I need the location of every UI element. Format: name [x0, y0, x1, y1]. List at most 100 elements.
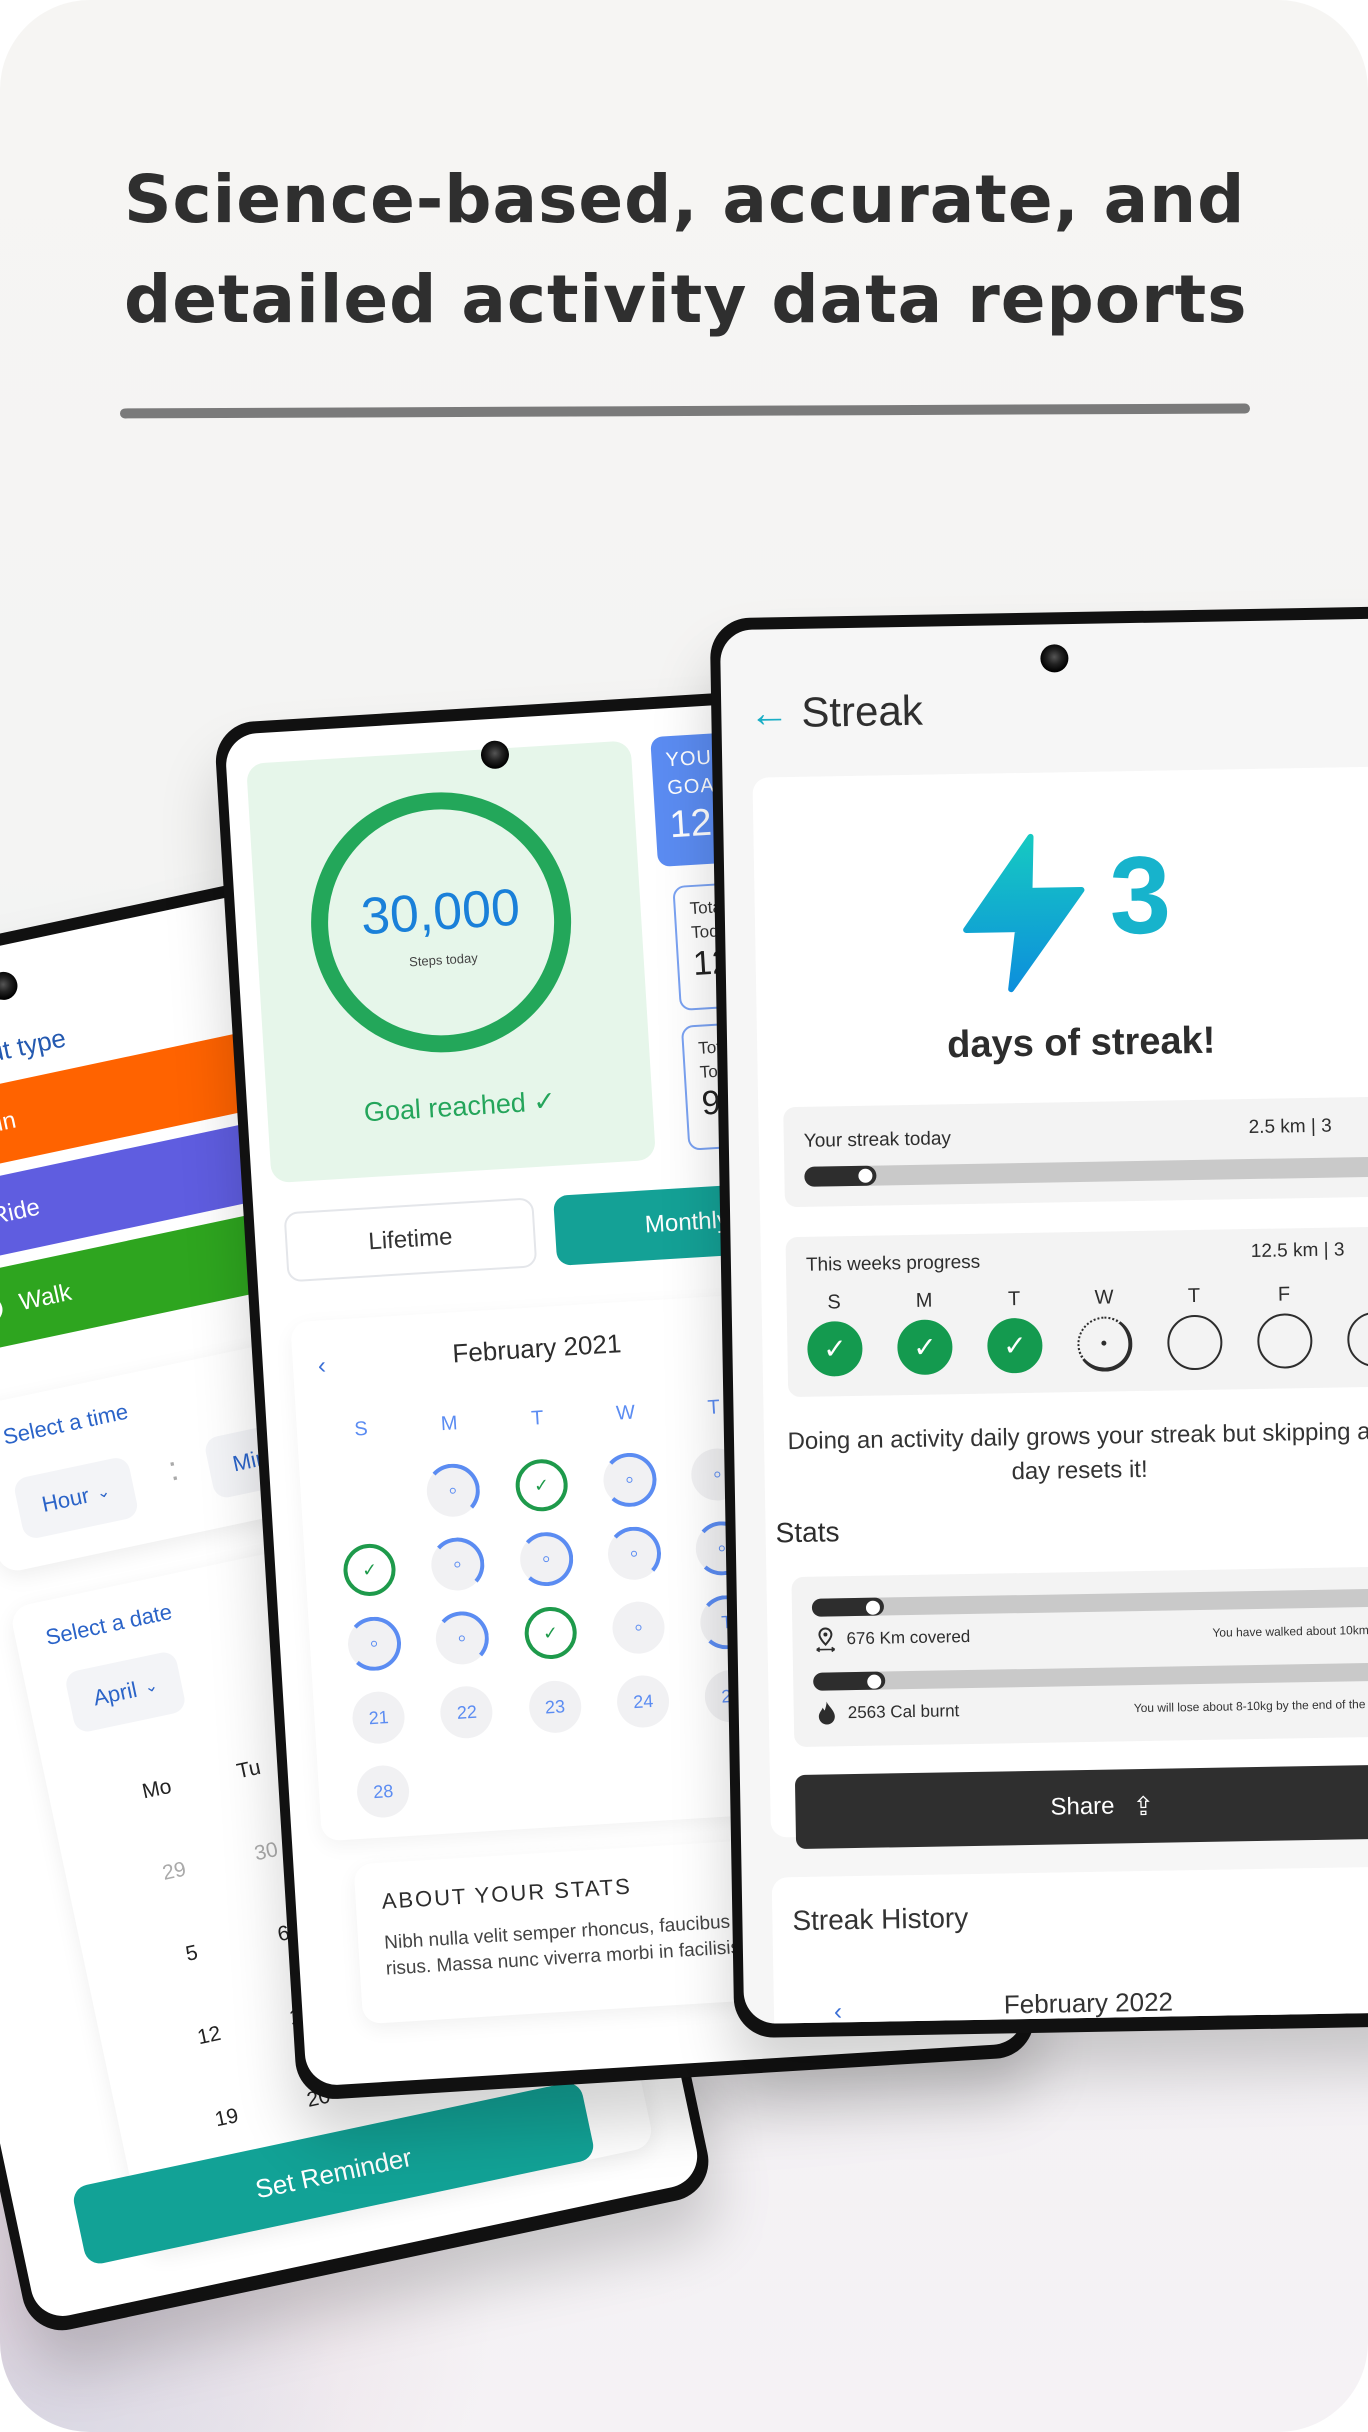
progress-arc: [605, 1525, 663, 1583]
day-dot: [635, 1624, 642, 1631]
front-camera: [0, 969, 21, 1003]
calendar-day-future[interactable]: 23: [527, 1679, 583, 1735]
calendar-day-partial[interactable]: [345, 1615, 403, 1673]
calendar-day-partial[interactable]: [601, 1451, 659, 1509]
share-button[interactable]: Share ⇪: [794, 1763, 1368, 1850]
calendar-day-future[interactable]: 28: [355, 1763, 411, 1820]
progress-arc: [517, 1530, 575, 1588]
chevron-left-icon[interactable]: ‹: [834, 1998, 842, 2024]
location-pin-icon: [816, 1627, 836, 1653]
front-camera: [1040, 644, 1069, 673]
streak-today-slider[interactable]: [804, 1154, 1368, 1187]
time-label: Select a time: [0, 1398, 131, 1450]
distance-progress-bar: [811, 1586, 1368, 1617]
calendar-day-partial[interactable]: [424, 1462, 482, 1520]
empty-circle-icon: [1166, 1314, 1223, 1371]
workout-label: Ride: [0, 1193, 43, 1231]
streak-today-value: 2.5 km | 3: [1248, 1115, 1332, 1139]
week-day-label: S: [1346, 1281, 1368, 1312]
headline: Science-based, accurate, and detailed ac…: [124, 150, 1274, 350]
month-dropdown[interactable]: April ⌄: [63, 1649, 188, 1735]
calendar-day[interactable]: 29: [125, 1844, 224, 1899]
promo-canvas: Science-based, accurate, and detailed ac…: [0, 0, 1368, 2432]
week-days-row: S✓M✓T✓WTFS: [806, 1281, 1368, 1377]
check-circle-icon: ✓: [896, 1319, 953, 1376]
weekday-header: T: [530, 1407, 545, 1430]
weekday-header: S: [353, 1417, 369, 1441]
calendar-day[interactable]: 5: [142, 1927, 241, 1982]
history-month-title: February 2022: [1003, 1986, 1174, 2020]
calendar-day-partial[interactable]: [517, 1530, 575, 1588]
stats-heading: Stats: [775, 1516, 840, 1549]
back-arrow-icon[interactable]: ←: [749, 691, 790, 737]
calendar-day-goal-met[interactable]: ✓: [342, 1542, 398, 1598]
calendar-day-goal-met[interactable]: ✓: [513, 1457, 570, 1513]
calories-progress-bar: [813, 1660, 1368, 1691]
lightning-bolt-icon: [958, 832, 1091, 994]
week-day: S ✓: [806, 1291, 863, 1377]
steps-summary-card: 30,000 Steps today Goal reached ✓: [246, 740, 656, 1184]
day-dot: [714, 1471, 721, 1478]
streak-history-card: Streak History ‹ February 2022: [771, 1865, 1368, 2025]
weekday-header: W: [615, 1401, 636, 1425]
phone-streak: ← Streak 3 days of streak! Your streak t…: [709, 605, 1368, 2039]
week-day-label: S: [827, 1291, 841, 1314]
streak-today-label: Your streak today: [803, 1128, 952, 1152]
week-day-label: T: [1187, 1284, 1201, 1308]
calendar-day-future[interactable]: 24: [615, 1673, 671, 1730]
calories-stat-text: 2563 Cal burnt: [847, 1701, 960, 1723]
in-progress-circle-icon: [1076, 1316, 1133, 1373]
chevron-down-icon: ⌄: [95, 1482, 112, 1503]
progress-arc: [433, 1609, 491, 1667]
calendar-day-partial[interactable]: [611, 1600, 667, 1656]
week-day: M ✓: [896, 1289, 953, 1376]
calendar-day[interactable]: 3: [214, 2267, 313, 2322]
calendar-day[interactable]: 4: [306, 2247, 405, 2302]
check-circle-icon: ✓: [986, 1317, 1043, 1374]
week-day: S: [1346, 1281, 1368, 1368]
streak-today-box: Your streak today 2.5 km | 3: [783, 1095, 1368, 1208]
streak-info-text: Doing an activity daily grows your strea…: [769, 1415, 1368, 1494]
tab-lifetime[interactable]: Lifetime: [283, 1197, 538, 1283]
empty-circle-icon: [1346, 1311, 1368, 1368]
workout-label: Walk: [16, 1278, 74, 1317]
calendar-day[interactable]: 12: [160, 2009, 259, 2064]
week-day-label: M: [915, 1289, 933, 1312]
calendar-day: [490, 2208, 589, 2263]
headline-underline: [119, 403, 1251, 419]
progress-arc: [424, 1462, 482, 1520]
leaf-icon: ✓: [0, 1294, 5, 1326]
headline-line-1: Science-based, accurate, and: [124, 161, 1246, 238]
week-day-label: W: [1094, 1286, 1114, 1309]
progress-arc: [429, 1535, 487, 1594]
steps-label: Steps today: [408, 950, 479, 970]
distance-hint: You have walked about 10kms per day: [1212, 1622, 1368, 1640]
streak-card: 3 days of streak! Your streak today 2.5 …: [752, 765, 1368, 1850]
week-day-label: T: [1007, 1288, 1021, 1311]
empty-circle-icon: [1256, 1312, 1313, 1369]
calendar-day-future[interactable]: 22: [439, 1684, 495, 1740]
calories-stat: 2563 Cal burnt: [816, 1698, 960, 1727]
headline-line-2: detailed activity data reports: [124, 261, 1248, 338]
calendar-day-goal-met[interactable]: ✓: [522, 1605, 579, 1661]
calendar-day-future[interactable]: 21: [351, 1690, 407, 1746]
calendar-month-title: February 2021: [451, 1328, 623, 1369]
calendar-day[interactable]: 19: [177, 2091, 276, 2146]
week-day: T: [1166, 1284, 1223, 1371]
hour-dropdown[interactable]: Hour ⌄: [12, 1455, 140, 1541]
calendar-day-partial[interactable]: [433, 1609, 491, 1667]
week-day: T ✓: [986, 1288, 1043, 1374]
share-label: Share: [1050, 1792, 1115, 1821]
calendar-empty-cell: [338, 1469, 393, 1524]
month-value: April: [90, 1676, 140, 1711]
progress-arc: [601, 1451, 659, 1509]
calendar-day-partial[interactable]: [605, 1525, 663, 1583]
hour-value: Hour: [39, 1482, 92, 1517]
date-label: Select a date: [43, 1598, 175, 1651]
chevron-down-icon: ⌄: [142, 1677, 160, 1697]
calendar-day[interactable]: 5: [398, 2228, 497, 2283]
upload-share-icon: ⇪: [1132, 1790, 1155, 1821]
chevron-left-icon[interactable]: ‹: [317, 1352, 327, 1380]
calendar-day-partial[interactable]: [429, 1535, 487, 1594]
screen-title: Streak: [800, 686, 924, 736]
